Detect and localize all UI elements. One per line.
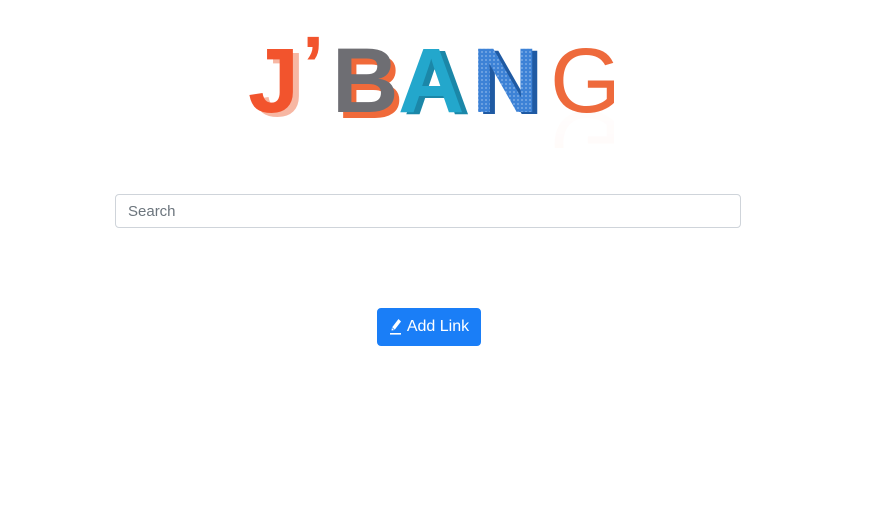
add-link-button[interactable]: Add Link [377, 308, 481, 346]
add-link-label: Add Link [406, 318, 470, 335]
search-input[interactable] [115, 194, 741, 228]
logo-letter-b: B [332, 30, 398, 132]
page: J B J ’ B A A N N G G [0, 0, 879, 510]
logo-letter-n: N [472, 30, 538, 132]
logo-apostrophe: ’ [302, 30, 324, 109]
pen-nib-icon [389, 318, 402, 336]
logo-image: J B J ’ B A A N N G G [248, 30, 614, 148]
search-bar [115, 194, 741, 228]
logo: J B J ’ B A A N N G G [248, 30, 614, 148]
logo-letter-j: J [248, 30, 299, 132]
logo-letter-a: A [398, 30, 464, 132]
